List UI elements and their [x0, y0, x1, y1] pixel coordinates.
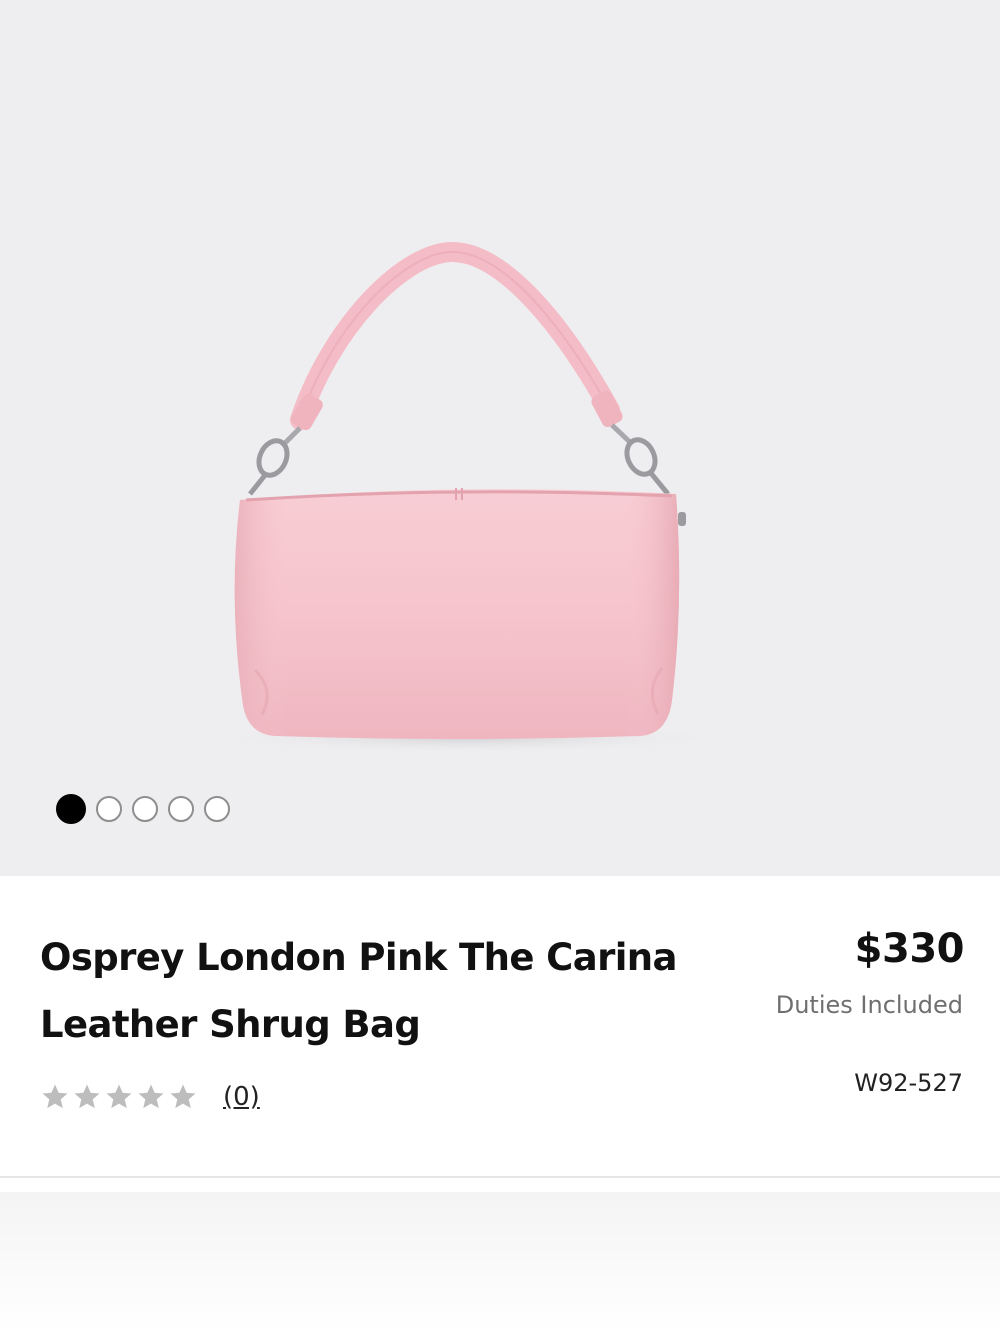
product-sku: W92-527	[854, 1069, 963, 1097]
star-icon	[138, 1084, 164, 1109]
product-info: Osprey London Pink The Carina Leather Sh…	[0, 876, 1000, 1176]
star-icon	[74, 1084, 100, 1109]
section-divider	[0, 1176, 1000, 1178]
carousel-dot-2[interactable]	[96, 796, 122, 822]
next-section-placeholder	[0, 1192, 1000, 1333]
carousel-dot-3[interactable]	[132, 796, 158, 822]
duties-note: Duties Included	[775, 991, 963, 1019]
product-title: Osprey London Pink The Carina Leather Sh…	[40, 924, 720, 1058]
star-icon	[42, 1084, 68, 1109]
star-icon	[106, 1084, 132, 1109]
review-count-link[interactable]: (0)	[223, 1082, 260, 1112]
star-icon	[170, 1084, 196, 1109]
rating-stars	[40, 1082, 198, 1112]
carousel-dot-1[interactable]	[56, 794, 86, 824]
product-rating: (0)	[40, 1082, 260, 1112]
product-image-carousel[interactable]	[0, 0, 1000, 876]
product-price: $330	[854, 926, 965, 972]
carousel-dot-4[interactable]	[168, 796, 194, 822]
product-title-line-1: Osprey London Pink The Carina	[40, 936, 678, 979]
product-title-line-2: Leather Shrug Bag	[40, 1003, 421, 1046]
carousel-dot-5[interactable]	[204, 796, 230, 822]
carousel-pagination	[56, 794, 230, 824]
product-image	[200, 242, 740, 754]
